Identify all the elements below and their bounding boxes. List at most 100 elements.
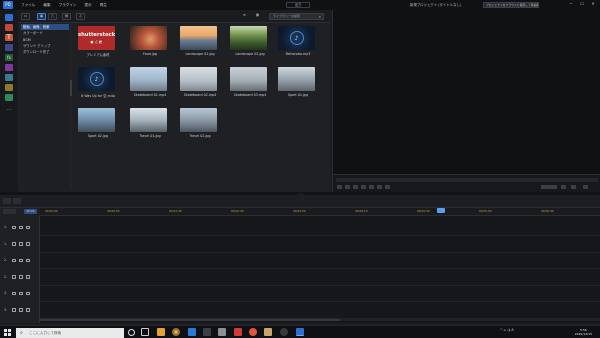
library-search-input[interactable]: ライブラリーの検索 ⌕ [269, 13, 324, 20]
image-thumbnail[interactable] [230, 26, 267, 50]
cloud-notification[interactable]: プロジェクトをクラウドに保存して再編集しよう！ [483, 2, 539, 8]
app-icon-3[interactable] [249, 328, 257, 336]
media-item[interactable]: Skateboard 03.mp4 [230, 67, 270, 97]
search-icon[interactable]: ⌕ [319, 14, 321, 19]
timeline-tab[interactable] [3, 209, 16, 214]
media-item[interactable]: Food.jpg [130, 26, 170, 56]
image-thumbnail[interactable] [130, 108, 167, 132]
image-thumbnail[interactable] [180, 26, 217, 50]
menu-view[interactable]: 表示 [85, 3, 92, 8]
media-item[interactable]: Travel 01.jpg [130, 108, 170, 138]
track-header[interactable]: 3. [0, 305, 40, 315]
track-lock-icon[interactable] [26, 258, 30, 262]
undock-icon[interactable] [583, 185, 588, 189]
media-room-icon[interactable] [5, 14, 13, 21]
music-filter-icon[interactable]: ♫ [76, 13, 85, 20]
track-lock-icon[interactable] [26, 275, 30, 279]
snap-icon[interactable] [13, 198, 21, 204]
prev-frame-icon[interactable] [353, 185, 358, 189]
menu-plugins[interactable]: プラグイン [59, 3, 77, 8]
music-thumbnail[interactable]: ♪ [78, 67, 115, 91]
effect-room-icon[interactable] [5, 24, 13, 31]
track-type-icon[interactable] [12, 275, 16, 279]
music-thumbnail[interactable]: ♪ [278, 26, 315, 50]
seek-bar[interactable] [336, 178, 598, 182]
image-thumbnail[interactable] [230, 67, 267, 91]
chrome-icon[interactable] [172, 328, 180, 336]
menu-playback[interactable]: 再生 [100, 3, 107, 8]
shutterstock-thumbnail[interactable]: shutterstock ◼ ♫ ◩ [78, 26, 115, 50]
view-grid-icon[interactable]: ▦ [253, 13, 262, 20]
category-downloaded[interactable]: ダウンロード完了 [21, 49, 69, 55]
title-room-icon[interactable]: T [5, 34, 13, 41]
task-view-icon[interactable] [141, 328, 149, 336]
media-item[interactable]: Sport 01.jpg [278, 67, 318, 97]
track-lock-icon[interactable] [26, 308, 30, 312]
playhead-marker[interactable] [437, 208, 445, 213]
media-item[interactable]: Skateboard 02.mp4 [180, 67, 220, 97]
media-item[interactable]: Landscape 02.jpg [230, 26, 270, 56]
track-header[interactable]: 1. [0, 222, 40, 232]
media-item[interactable]: Travel 02.jpg [180, 108, 220, 138]
app-icon-2[interactable] [234, 328, 242, 336]
stop-icon[interactable] [345, 185, 350, 189]
produce-button[interactable]: 出力 [286, 2, 310, 8]
track-type-icon[interactable] [12, 225, 16, 229]
fullscreen-icon[interactable] [571, 185, 576, 189]
taskbar-search-input[interactable]: ⌕ ここに入力して検索 [16, 327, 124, 338]
track-enable-checkbox[interactable] [19, 291, 23, 295]
categories-scrollbar[interactable] [70, 24, 72, 190]
close-icon[interactable]: ✕ [590, 1, 596, 6]
track-header[interactable]: 2. [0, 255, 40, 265]
menu-edit[interactable]: 編集 [43, 3, 50, 8]
mail-icon[interactable] [188, 328, 196, 336]
image-thumbnail[interactable] [130, 67, 167, 91]
store-icon[interactable] [203, 328, 211, 336]
track-type-icon[interactable] [12, 258, 16, 262]
view-list-icon[interactable]: ≡ [240, 13, 249, 20]
video-filter-icon[interactable]: ▣ [37, 13, 46, 20]
minimize-icon[interactable]: − [568, 1, 574, 6]
track-manager-icon[interactable] [3, 198, 11, 204]
system-tray[interactable]: ^ ⌂ ◁) A [500, 328, 514, 332]
track-type-icon[interactable] [12, 242, 16, 246]
track-header[interactable]: 2. [0, 272, 40, 282]
file-explorer-icon[interactable] [157, 328, 165, 336]
media-item[interactable]: ♪ It Was Up for 空.m4a [78, 67, 118, 98]
plugin-filter-icon[interactable]: ▤ [62, 13, 71, 20]
image-thumbnail[interactable] [130, 26, 167, 50]
track-enable-checkbox[interactable] [19, 242, 23, 246]
volume-icon[interactable] [385, 185, 390, 189]
play-icon[interactable] [337, 185, 342, 189]
track-lock-icon[interactable] [26, 225, 30, 229]
track-header[interactable]: 1. [0, 239, 40, 249]
time-ruler[interactable]: 00;00;00 00;00;50 00;01;40 00;02;30 00;03;20… [40, 208, 600, 216]
app-icon-1[interactable] [218, 328, 226, 336]
storyboard-tab[interactable]: 00:00 [24, 209, 37, 214]
particle-room-icon[interactable] [5, 74, 13, 81]
track-enable-checkbox[interactable] [19, 308, 23, 312]
next-frame-icon[interactable] [361, 185, 366, 189]
fast-forward-icon[interactable] [369, 185, 374, 189]
powerdirector-taskbar-icon[interactable] [296, 328, 304, 336]
snapshot-icon[interactable] [377, 185, 382, 189]
track-enable-checkbox[interactable] [19, 225, 23, 229]
app-icon-4[interactable] [264, 328, 272, 336]
image-thumbnail[interactable] [180, 108, 217, 132]
subtitle-room-icon[interactable] [5, 94, 13, 101]
media-item[interactable]: ♪ Mahoroba.mp3 [278, 26, 318, 56]
audio-room-icon[interactable] [5, 84, 13, 91]
maximize-icon[interactable]: ☐ [579, 1, 585, 6]
image-thumbnail[interactable] [180, 67, 217, 91]
import-icon[interactable]: ▭ [21, 13, 30, 20]
track-type-icon[interactable] [12, 291, 16, 295]
menu-file[interactable]: ファイル [21, 3, 35, 8]
image-filter-icon[interactable]: ▢ [48, 13, 57, 20]
image-thumbnail[interactable] [278, 67, 315, 91]
track-lock-icon[interactable] [26, 291, 30, 295]
track-type-icon[interactable] [12, 308, 16, 312]
display-mode-icon[interactable] [561, 185, 566, 189]
quality-select[interactable] [541, 185, 557, 189]
transition-room-icon[interactable] [5, 44, 13, 51]
track-header[interactable]: 3. [0, 288, 40, 298]
